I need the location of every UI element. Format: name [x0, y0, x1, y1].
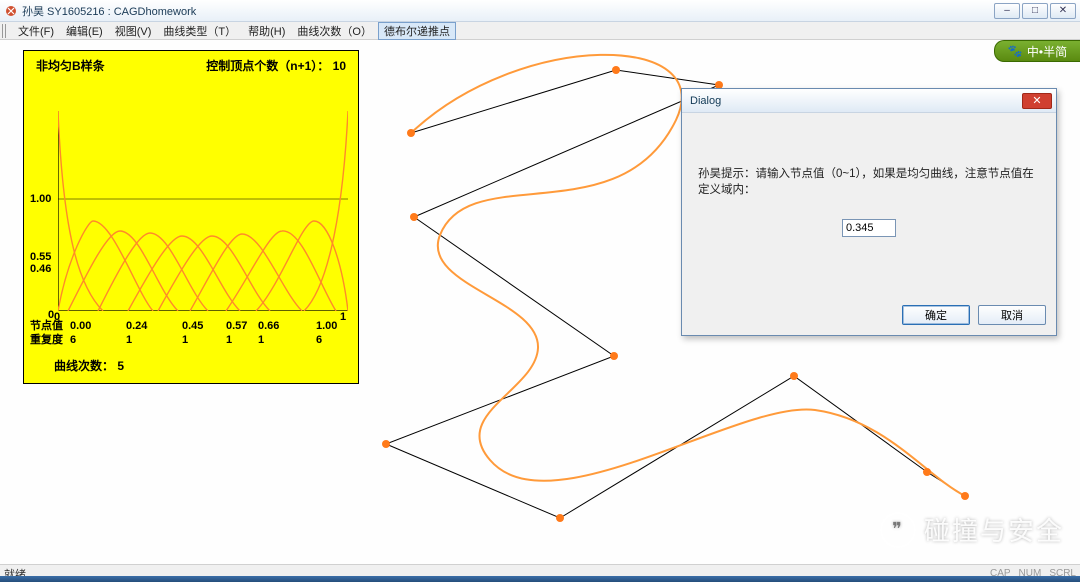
knot-table: 节点值 0.00 0.24 0.45 0.57 0.66 1.00 重复度 6 … — [30, 319, 346, 347]
client-area: 🐾 中•半简 非均匀B样条 控制顶点个数（n+1）： 10 1.00 0.55 … — [0, 40, 1080, 564]
panel-title-right: 控制顶点个数（n+1）： 10 — [206, 57, 346, 74]
dialog-title: Dialog — [690, 95, 721, 107]
maximize-button[interactable]: □ — [1022, 3, 1048, 19]
app-icon — [4, 4, 18, 18]
menu-bar: 文件(F) 编辑(E) 视图(V) 曲线类型（T） 帮助(H) 曲线次数（O） … — [0, 22, 1080, 40]
taskbar-sliver — [0, 576, 1080, 582]
dialog-cancel-button[interactable]: 取消 — [978, 305, 1046, 325]
watermark: ❞ 碰撞与安全 — [880, 511, 1064, 548]
menu-curve-type[interactable]: 曲线类型（T） — [157, 22, 242, 40]
menu-deboor[interactable]: 德布尔递推点 — [378, 22, 456, 40]
dialog-close-button[interactable]: ✕ — [1022, 93, 1052, 109]
menu-degree[interactable]: 曲线次数（O） — [291, 22, 378, 40]
menu-grip — [2, 24, 8, 38]
ytick-0.55: 0.55 — [30, 251, 51, 263]
close-button[interactable]: ✕ — [1050, 3, 1076, 19]
window-title: 孙昊 SY1605216 : CAGDhomework — [22, 3, 196, 19]
dialog-message: 孙昊提示：请输入节点值（0~1），如果是均匀曲线，注意节点值在定义域内： — [698, 165, 1040, 197]
curve-degree: 曲线次数： 5 — [54, 357, 124, 374]
dialog-ok-button[interactable]: 确定 — [902, 305, 970, 325]
menu-view[interactable]: 视图(V) — [109, 22, 158, 40]
badge-text: 中•半简 — [1027, 43, 1067, 60]
basis-panel: 非均匀B样条 控制顶点个数（n+1）： 10 1.00 0.55 0.46 0 — [23, 50, 359, 384]
watermark-text: 碰撞与安全 — [924, 511, 1064, 548]
ytick-1.00: 1.00 — [30, 193, 51, 205]
dialog-input[interactable] — [842, 219, 896, 237]
wechat-icon: ❞ — [880, 512, 916, 548]
title-bar: 孙昊 SY1605216 : CAGDhomework – □ ✕ — [0, 0, 1080, 22]
panel-title-left: 非均匀B样条 — [36, 57, 105, 74]
menu-help[interactable]: 帮助(H) — [242, 22, 291, 40]
minimize-button[interactable]: – — [994, 3, 1020, 19]
input-dialog: Dialog ✕ 孙昊提示：请输入节点值（0~1），如果是均匀曲线，注意节点值在… — [681, 88, 1057, 336]
menu-edit[interactable]: 编辑(E) — [60, 22, 109, 40]
badge: 🐾 中•半简 — [994, 40, 1080, 62]
basis-plot — [58, 111, 348, 311]
ytick-0.46: 0.46 — [30, 263, 51, 275]
menu-file[interactable]: 文件(F) — [12, 22, 60, 40]
basis-curves — [58, 111, 348, 311]
paw-icon: 🐾 — [1008, 44, 1023, 58]
close-icon: ✕ — [1032, 94, 1041, 107]
